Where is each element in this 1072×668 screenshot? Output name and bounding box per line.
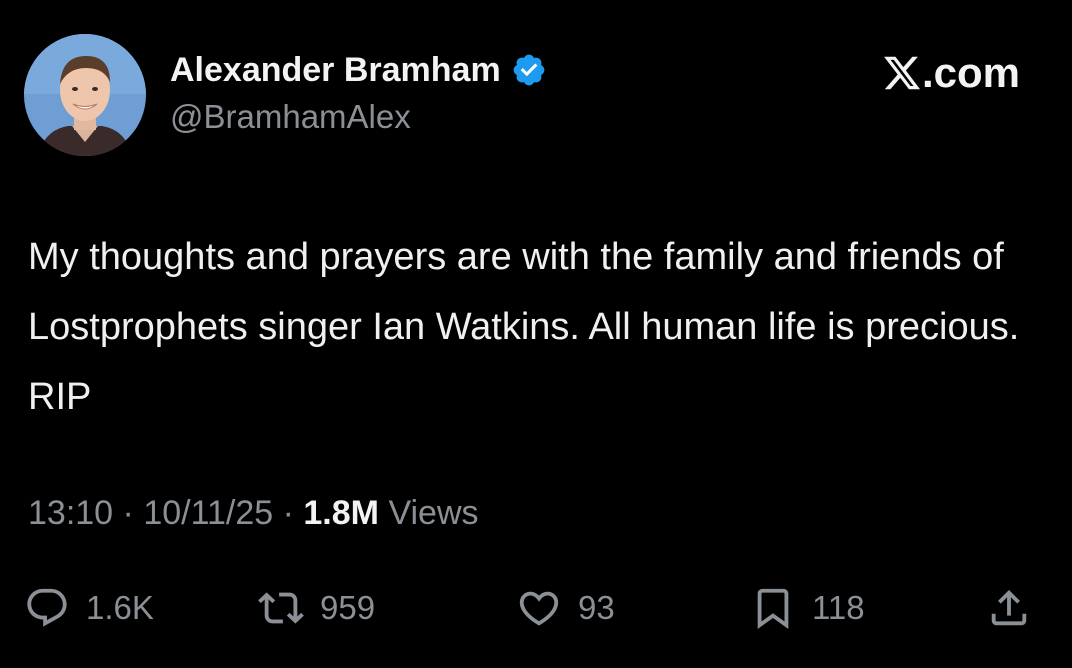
like-button[interactable]: 93 <box>516 580 615 636</box>
heart-icon <box>516 585 562 631</box>
tweet-card: Alexander Bramham @BramhamAlex .com My t… <box>0 0 1072 668</box>
repost-button[interactable]: 959 <box>258 580 375 636</box>
avatar-photo <box>24 34 146 156</box>
views-label: Views <box>388 494 479 532</box>
tweet-date[interactable]: 10/11/25 <box>143 494 273 532</box>
meta-separator: · <box>122 494 134 532</box>
brand-watermark: .com <box>882 49 1020 96</box>
reply-icon <box>24 585 70 631</box>
tweet-time[interactable]: 13:10 <box>28 494 113 532</box>
tweet-text: My thoughts and prayers are with the fam… <box>28 236 1020 418</box>
repost-icon <box>258 585 304 631</box>
share-icon <box>986 585 1032 631</box>
author-info: Alexander Bramham @BramhamAlex <box>170 50 547 136</box>
brand-domain-label: .com <box>921 49 1020 96</box>
avatar[interactable] <box>24 34 146 156</box>
views-count: 1.8M <box>303 494 379 532</box>
bookmark-button[interactable]: 118 <box>750 580 865 636</box>
name-row: Alexander Bramham <box>170 50 547 90</box>
reply-count: 1.6K <box>86 589 154 626</box>
action-bar: 1.6K 959 93 118 <box>24 580 1044 636</box>
like-count: 93 <box>578 589 615 626</box>
bookmark-icon <box>750 585 796 631</box>
tweet-meta: 13:10 · 10/11/25 · 1.8M Views <box>28 494 479 533</box>
meta-separator: · <box>282 494 294 532</box>
repost-count: 959 <box>320 589 376 626</box>
verified-badge-icon <box>511 52 547 88</box>
author-handle[interactable]: @BramhamAlex <box>170 98 547 136</box>
bookmark-count: 118 <box>812 589 865 626</box>
x-logo-icon <box>882 53 922 93</box>
reply-button[interactable]: 1.6K <box>24 580 154 636</box>
share-button[interactable] <box>986 580 1032 636</box>
author-display-name[interactable]: Alexander Bramham <box>170 51 501 90</box>
